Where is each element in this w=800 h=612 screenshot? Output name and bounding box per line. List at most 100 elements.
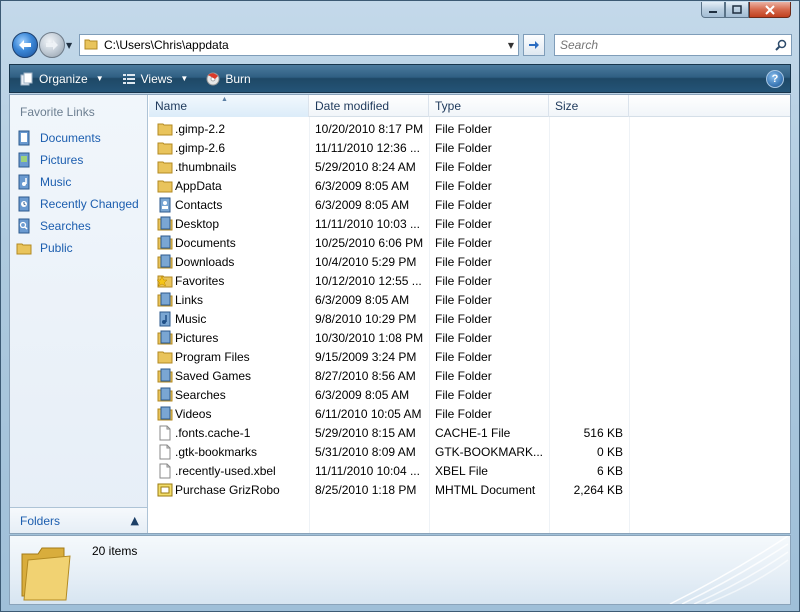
- special-folder-icon: [157, 254, 173, 270]
- folder-folder-icon: [157, 349, 173, 365]
- close-button[interactable]: [749, 2, 791, 18]
- file-row[interactable]: Searches 6/3/2009 8:05 AM File Folder: [149, 385, 790, 404]
- file-row[interactable]: Music 9/8/2010 10:29 PM File Folder: [149, 309, 790, 328]
- fav-item-music[interactable]: Music: [16, 171, 139, 193]
- file-row[interactable]: .fonts.cache-1 5/29/2010 8:15 AM CACHE-1 F…: [149, 423, 790, 442]
- help-button[interactable]: ?: [766, 70, 784, 88]
- fav-item-label: Searches: [40, 219, 91, 233]
- fav-item-label: Music: [40, 175, 72, 189]
- file-row[interactable]: Downloads 10/4/2010 5:29 PM File Folder: [149, 252, 790, 271]
- file-date: 11/11/2010 10:04 ...: [315, 463, 420, 478]
- address-path: C:\Users\Chris\appdata: [104, 38, 229, 52]
- back-arrow-icon: [19, 40, 31, 50]
- caption-buttons: [701, 2, 791, 18]
- file-date: 5/29/2010 8:15 AM: [315, 425, 416, 440]
- minimize-button[interactable]: [701, 2, 725, 18]
- file-date: 10/20/2010 8:17 PM: [315, 121, 424, 136]
- file-row[interactable]: Purchase GrizRobo 8/25/2010 1:18 PM MHTML …: [149, 480, 790, 499]
- file-name-cell: Searches: [149, 387, 309, 403]
- forward-button[interactable]: [39, 32, 65, 58]
- file-size: 516 KB: [583, 425, 623, 440]
- folders-toggle[interactable]: Folders ▲: [10, 507, 147, 533]
- file-row[interactable]: Program Files 9/15/2009 3:24 PM File Folde…: [149, 347, 790, 366]
- recent-pages-dropdown[interactable]: ▼: [66, 41, 72, 50]
- music-icon: [16, 174, 32, 190]
- address-dropdown[interactable]: ▼: [504, 41, 518, 50]
- file-name: .gimp-2.2: [175, 121, 226, 136]
- file-name-cell: Pictures: [149, 330, 309, 346]
- file-row[interactable]: Videos 6/11/2010 10:05 AM File Folder: [149, 404, 790, 423]
- file-type: File Folder: [435, 121, 492, 136]
- burn-button[interactable]: Burn: [204, 68, 252, 90]
- file-row[interactable]: Desktop 11/11/2010 10:03 ... File Folder: [149, 214, 790, 233]
- file-row[interactable]: Links 6/3/2009 8:05 AM File Folder: [149, 290, 790, 309]
- search-icon[interactable]: [771, 39, 791, 51]
- file-name-cell: Saved Games: [149, 368, 309, 384]
- file-type: File Folder: [435, 254, 492, 269]
- folder-large-icon: [18, 540, 74, 604]
- go-button[interactable]: [523, 34, 545, 56]
- file-row[interactable]: Documents 10/25/2010 6:06 PM File Folder: [149, 233, 790, 252]
- file-name: Pictures: [175, 330, 219, 345]
- explorer-window: ▼ C:\Users\Chris\appdata ▼ Organize ▼ Vi…: [0, 0, 800, 612]
- organize-label: Organize: [39, 71, 88, 86]
- file-row[interactable]: Contacts 6/3/2009 8:05 AM File Folder: [149, 195, 790, 214]
- file-rows: .gimp-2.2 10/20/2010 8:17 PM File Folder .g…: [149, 119, 790, 499]
- file-name-cell: .recently-used.xbel: [149, 463, 309, 479]
- file-type: File Folder: [435, 235, 492, 250]
- column-header-type[interactable]: Type: [429, 95, 549, 117]
- file-type: File Folder: [435, 387, 492, 402]
- column-header-name[interactable]: ▲ Name: [149, 95, 309, 117]
- folders-label: Folders: [20, 513, 61, 528]
- file-type: File Folder: [435, 197, 492, 212]
- address-bar[interactable]: C:\Users\Chris\appdata ▼: [79, 34, 519, 56]
- file-type: CACHE-1 File: [435, 425, 511, 440]
- file-name: Links: [175, 292, 204, 307]
- special-folder-icon: [157, 387, 173, 403]
- searches-icon: [16, 218, 32, 234]
- navigation-pane: Favorite Links Documents Pictures Music …: [10, 95, 148, 533]
- file-name-cell: Program Files: [149, 349, 309, 365]
- burn-disc-icon: [206, 72, 220, 85]
- file-row[interactable]: .gimp-2.6 11/11/2010 12:36 ... File Folder: [149, 138, 790, 157]
- file-icon: [157, 425, 173, 441]
- file-row[interactable]: AppData 6/3/2009 8:05 AM File Folder: [149, 176, 790, 195]
- file-type: File Folder: [435, 330, 492, 345]
- file-name: .fonts.cache-1: [175, 425, 251, 440]
- file-name: Program Files: [175, 349, 250, 364]
- file-list: ▲ Name Date modified Type Size .gimp-2.2…: [149, 95, 790, 533]
- column-header-size[interactable]: Size: [549, 95, 629, 117]
- folder-icon: [16, 240, 32, 256]
- maximize-button[interactable]: [725, 2, 749, 18]
- fav-item-public[interactable]: Public: [16, 237, 139, 259]
- file-name-cell: Favorites: [149, 273, 309, 289]
- decorative-swoosh: [669, 536, 789, 604]
- views-icon: [122, 73, 135, 84]
- file-row[interactable]: .thumbnails 5/29/2010 8:24 AM File Folder: [149, 157, 790, 176]
- file-type: File Folder: [435, 368, 492, 383]
- file-name: Music: [175, 311, 207, 326]
- special-folder-icon: [157, 235, 173, 251]
- contacts-folder-icon: [157, 197, 173, 213]
- file-row[interactable]: Pictures 10/30/2010 1:08 PM File Folder: [149, 328, 790, 347]
- fav-item-searches[interactable]: Searches: [16, 215, 139, 237]
- file-row[interactable]: .gtk-bookmarks 5/31/2010 8:09 AM GTK-BOOKM…: [149, 442, 790, 461]
- special-folder-icon: [157, 406, 173, 422]
- file-name: Purchase GrizRobo: [175, 482, 280, 497]
- organize-button[interactable]: Organize ▼: [18, 68, 106, 90]
- search-input[interactable]: [555, 36, 771, 54]
- fav-item-pictures[interactable]: Pictures: [16, 149, 139, 171]
- file-row[interactable]: .gimp-2.2 10/20/2010 8:17 PM File Folder: [149, 119, 790, 138]
- views-button[interactable]: Views ▼: [120, 68, 191, 90]
- back-button[interactable]: [12, 32, 38, 58]
- file-name-cell: AppData: [149, 178, 309, 194]
- fav-item-recently-changed[interactable]: Recently Changed: [16, 193, 139, 215]
- content-area: Favorite Links Documents Pictures Music …: [9, 94, 791, 534]
- file-type: File Folder: [435, 406, 492, 421]
- file-row[interactable]: Saved Games 8/27/2010 8:56 AM File Folder: [149, 366, 790, 385]
- file-row[interactable]: Favorites 10/12/2010 12:55 ... File Folder: [149, 271, 790, 290]
- search-box[interactable]: [554, 34, 792, 56]
- file-row[interactable]: .recently-used.xbel 11/11/2010 10:04 ... X…: [149, 461, 790, 480]
- fav-item-documents[interactable]: Documents: [16, 127, 139, 149]
- column-header-date[interactable]: Date modified: [309, 95, 429, 117]
